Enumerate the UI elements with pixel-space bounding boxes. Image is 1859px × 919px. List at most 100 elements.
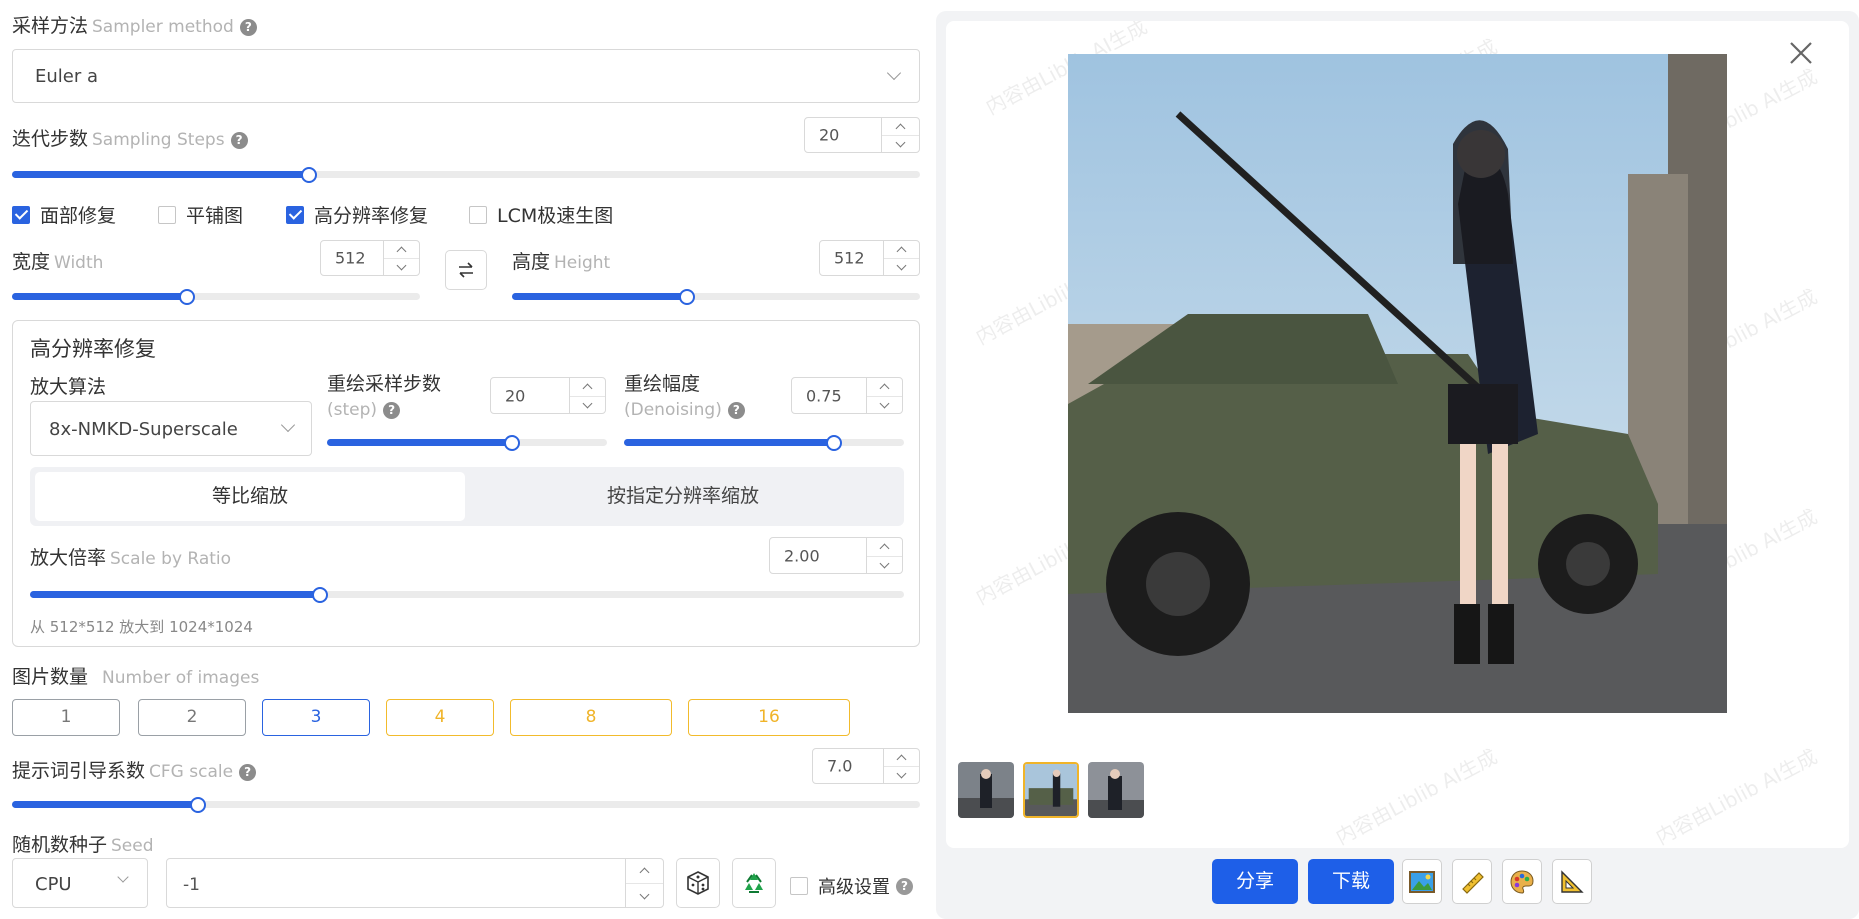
- close-button[interactable]: [1787, 39, 1815, 67]
- hires-steps-value: 20: [505, 386, 526, 405]
- checkbox-icon: [790, 877, 808, 895]
- decrement-button[interactable]: [867, 555, 902, 574]
- slider-handle[interactable]: [190, 796, 207, 813]
- slider-handle[interactable]: [503, 434, 520, 451]
- height-slider[interactable]: [512, 288, 920, 305]
- decrement-button[interactable]: [884, 258, 919, 275]
- thumbnail-2[interactable]: [1023, 762, 1079, 818]
- checkbox-label: 平铺图: [186, 205, 244, 227]
- device-select[interactable]: CPU: [12, 858, 148, 908]
- chevron-down-icon: [886, 65, 902, 81]
- image-tool-button[interactable]: [1402, 859, 1442, 904]
- tab-scale-by-resolution[interactable]: 按指定分辨率缩放: [467, 472, 899, 521]
- denoising-slider[interactable]: [624, 434, 904, 451]
- width-input[interactable]: 512: [320, 240, 420, 276]
- increment-button[interactable]: [570, 378, 605, 396]
- num-images-16-button[interactable]: 16: [688, 699, 850, 736]
- decrement-button[interactable]: [884, 766, 919, 783]
- preview-image[interactable]: [1068, 54, 1727, 713]
- increment-button[interactable]: [626, 859, 663, 883]
- scale-input[interactable]: 2.00: [769, 537, 903, 574]
- random-seed-button[interactable]: [676, 858, 720, 908]
- thumbnail-3[interactable]: [1088, 762, 1144, 818]
- ruler-tool-button[interactable]: [1452, 859, 1492, 904]
- num-images-2-button[interactable]: 2: [138, 699, 246, 736]
- decrement-button[interactable]: [384, 258, 419, 275]
- increment-button[interactable]: [867, 378, 902, 396]
- seed-input[interactable]: -1: [166, 858, 664, 908]
- thumbnail-image: [1025, 764, 1077, 816]
- slider-fill: [512, 293, 688, 300]
- checkbox-icon: [286, 205, 304, 224]
- num-images-3-button[interactable]: 3: [262, 699, 370, 736]
- height-input[interactable]: 512: [819, 240, 920, 276]
- share-button[interactable]: 分享: [1212, 859, 1298, 904]
- tab-scale-by-ratio[interactable]: 等比缩放: [35, 472, 465, 521]
- increment-button[interactable]: [384, 241, 419, 258]
- slider-handle[interactable]: [300, 166, 317, 183]
- increment-button[interactable]: [867, 538, 902, 556]
- num-images-8-button[interactable]: 8: [510, 699, 672, 736]
- help-icon[interactable]: ?: [239, 764, 257, 781]
- increment-button[interactable]: [884, 749, 919, 766]
- sampler-value: Euler a: [35, 66, 99, 87]
- checkbox-face-restore[interactable]: 面部修复: [12, 201, 116, 228]
- device-value: CPU: [35, 874, 72, 895]
- preview-card: 内容由Liblib AI生成 内容由Liblib AI生成 内容由Liblib …: [946, 21, 1849, 848]
- cfg-input[interactable]: 7.0: [812, 748, 920, 784]
- slider-fill: [30, 591, 321, 598]
- reuse-seed-button[interactable]: [732, 858, 776, 908]
- num-images-1-button[interactable]: 1: [12, 699, 120, 736]
- hires-steps-input[interactable]: 20: [490, 377, 606, 414]
- help-icon[interactable]: ?: [727, 402, 745, 419]
- width-slider[interactable]: [12, 288, 420, 305]
- thumbnail-image: [1088, 762, 1144, 818]
- slider-handle[interactable]: [312, 586, 329, 603]
- checkbox-label: 高分辨率修复: [314, 205, 429, 227]
- hires-steps-slider[interactable]: [327, 434, 607, 451]
- decrement-button[interactable]: [626, 883, 663, 907]
- scale-slider[interactable]: [30, 586, 904, 603]
- advanced-settings-checkbox[interactable]: 高级设置?: [790, 873, 913, 899]
- sampler-select[interactable]: Euler a: [12, 49, 920, 103]
- help-icon[interactable]: ?: [230, 132, 248, 149]
- slider-handle[interactable]: [679, 288, 696, 305]
- denoising-input[interactable]: 0.75: [791, 377, 903, 414]
- increment-button[interactable]: [884, 241, 919, 258]
- denoising-value: 0.75: [806, 386, 842, 405]
- height-value: 512: [834, 248, 865, 268]
- slider-handle[interactable]: [826, 434, 842, 451]
- slider-handle[interactable]: [179, 288, 196, 305]
- checkbox-label: 高级设置: [818, 877, 890, 898]
- recycle-icon: [745, 873, 763, 893]
- help-icon[interactable]: ?: [383, 402, 401, 419]
- decrement-button[interactable]: [570, 395, 605, 414]
- steps-input[interactable]: 20: [804, 117, 920, 153]
- scale-note: 从 512*512 放大到 1024*1024: [30, 618, 253, 636]
- seed-label: 随机数种子 Seed: [12, 834, 154, 856]
- thumbnail-1[interactable]: [958, 762, 1014, 818]
- slider-fill: [624, 439, 834, 446]
- palette-tool-button[interactable]: [1502, 859, 1542, 904]
- download-button[interactable]: 下载: [1308, 859, 1394, 904]
- swap-dimensions-button[interactable]: [445, 250, 487, 290]
- steps-value: 20: [819, 125, 840, 145]
- checkbox-lcm[interactable]: LCM极速生图: [469, 201, 613, 228]
- checkbox-hires-fix[interactable]: 高分辨率修复: [286, 201, 428, 228]
- help-icon[interactable]: ?: [239, 19, 257, 36]
- help-icon[interactable]: ?: [896, 877, 913, 895]
- increment-button[interactable]: [882, 118, 919, 135]
- cfg-slider[interactable]: [12, 796, 920, 813]
- steps-slider[interactable]: [12, 166, 920, 183]
- decrement-button[interactable]: [882, 135, 919, 152]
- scale-mode-tabs: 等比缩放 按指定分辨率缩放: [30, 467, 904, 526]
- upscaler-select[interactable]: 8x-NMKD-Superscale: [30, 401, 312, 456]
- checkbox-icon: [158, 205, 176, 224]
- width-label: 宽度 Width: [12, 251, 104, 273]
- triangle-ruler-tool-button[interactable]: [1552, 859, 1592, 904]
- num-images-4-button[interactable]: 4: [386, 699, 494, 736]
- decrement-button[interactable]: [867, 395, 902, 414]
- checkbox-tiling[interactable]: 平铺图: [158, 201, 243, 228]
- chevron-down-icon: [117, 871, 129, 883]
- checkbox-icon: [469, 205, 487, 224]
